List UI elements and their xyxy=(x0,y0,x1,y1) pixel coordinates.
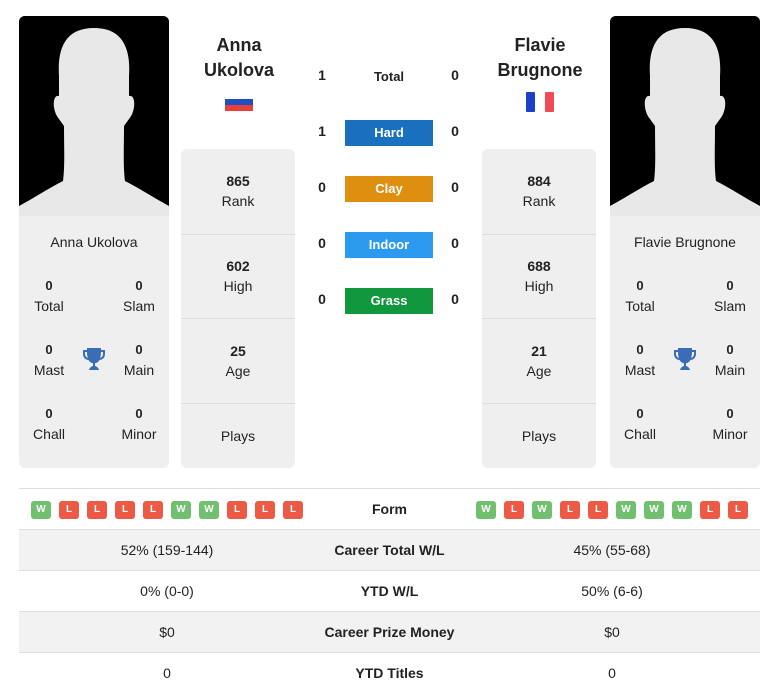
player2-info-box: 884 Rank 688 High 21 Age Plays xyxy=(482,149,596,468)
form-loss-badge: L xyxy=(227,501,247,519)
h2h-total-p2: 0 xyxy=(451,67,459,83)
table-row-ytd-wl: 0% (0-0) YTD W/L 50% (6-6) xyxy=(19,570,760,611)
player2-high: 688 High xyxy=(524,258,554,294)
form-win-badge: W xyxy=(476,501,496,519)
player2-form: W L W L L W W W L L xyxy=(476,501,748,519)
form-loss-badge: L xyxy=(143,501,163,519)
trophy-icon xyxy=(672,346,698,372)
player1-high: 602 High xyxy=(223,258,253,294)
player2-prize: $0 xyxy=(604,624,620,640)
player2-photo xyxy=(610,16,760,216)
player1-chall-titles: 0 Chall xyxy=(33,406,65,442)
form-win-badge: W xyxy=(532,501,552,519)
player2-ytd-titles: 0 xyxy=(608,665,616,681)
h2h-grass-p2: 0 xyxy=(451,291,459,307)
player1-card-name: Anna Ukolova xyxy=(50,234,138,250)
player2-chall-titles: 0 Chall xyxy=(624,406,656,442)
player1-ytd-wl: 0% (0-0) xyxy=(140,583,194,599)
player2-total-titles: 0 Total xyxy=(625,278,655,314)
form-loss-badge: L xyxy=(588,501,608,519)
form-loss-badge: L xyxy=(728,501,748,519)
table-row-ytd-titles: 0 YTD Titles 0 xyxy=(19,652,760,693)
form-win-badge: W xyxy=(171,501,191,519)
silhouette-icon xyxy=(610,16,760,216)
russia-flag-icon xyxy=(225,94,253,117)
player1-rank: 865 Rank xyxy=(221,173,255,209)
form-loss-badge: L xyxy=(87,501,107,519)
player2-age: 21 Age xyxy=(526,343,552,379)
form-loss-badge: L xyxy=(115,501,135,519)
h2h-clay-p1: 0 xyxy=(318,179,326,195)
surface-indoor-badge: Indoor xyxy=(345,232,433,258)
player1-ytd-titles: 0 xyxy=(163,665,171,681)
divider xyxy=(181,234,295,235)
player1-titles-card: Anna Ukolova 0 Total 0 Slam 0 Mast 0 Main 0C… xyxy=(19,216,169,468)
form-win-badge: W xyxy=(672,501,692,519)
player2-minor-titles: 0 Minor xyxy=(712,406,748,442)
career-wl-label: Career Total W/L xyxy=(334,542,445,558)
player1-age: 25 Age xyxy=(225,343,251,379)
table-row-prize: $0 Career Prize Money $0 xyxy=(19,611,760,652)
player1-mast-titles: 0 Mast xyxy=(33,342,65,378)
h2h-hard-p2: 0 xyxy=(451,123,459,139)
form-loss-badge: L xyxy=(59,501,79,519)
divider xyxy=(482,318,596,319)
table-row-form: W L L L L W W L L L Form W L W L L W W W… xyxy=(19,488,760,529)
player2-rank: 884 Rank xyxy=(522,173,556,209)
form-loss-badge: L xyxy=(283,501,303,519)
form-label: Form xyxy=(372,501,407,517)
player2-titles-card: Flavie Brugnone 0 Total 0 Slam 0 Mast 0 Main… xyxy=(610,216,760,468)
form-loss-badge: L xyxy=(504,501,524,519)
player2-career-wl: 45% (55-68) xyxy=(573,542,651,558)
ytd-wl-label: YTD W/L xyxy=(360,583,419,599)
player1-main-titles: 0 Main xyxy=(123,342,155,378)
form-win-badge: W xyxy=(31,501,51,519)
form-win-badge: W xyxy=(644,501,664,519)
player1-slam-titles: 0 Slam xyxy=(123,278,155,314)
player1-form: W L L L L W W L L L xyxy=(31,501,303,519)
h2h-total-p1: 1 xyxy=(318,67,326,83)
player2-slam-titles: 0 Slam xyxy=(714,278,746,314)
player2-mast-titles: 0 Mast xyxy=(624,342,656,378)
h2h-total-label: Total xyxy=(373,69,405,84)
player1-prize: $0 xyxy=(159,624,175,640)
silhouette-icon xyxy=(19,16,169,216)
france-flag-icon xyxy=(526,92,554,117)
table-row-career-wl: 52% (159-144) Career Total W/L 45% (55-6… xyxy=(19,529,760,570)
divider xyxy=(482,403,596,404)
ytd-titles-label: YTD Titles xyxy=(355,665,424,681)
player1-photo xyxy=(19,16,169,216)
form-win-badge: W xyxy=(199,501,219,519)
divider xyxy=(482,234,596,235)
divider xyxy=(181,403,295,404)
form-loss-badge: L xyxy=(700,501,720,519)
player2-name-heading[interactable]: Flavie Brugnone xyxy=(475,33,605,83)
h2h-clay-p2: 0 xyxy=(451,179,459,195)
surface-grass-badge: Grass xyxy=(345,288,433,314)
trophy-icon xyxy=(81,346,107,372)
h2h-indoor-p1: 0 xyxy=(318,235,326,251)
h2h-indoor-p2: 0 xyxy=(451,235,459,251)
player2-card-name: Flavie Brugnone xyxy=(634,234,736,250)
surface-clay-badge: Clay xyxy=(345,176,433,202)
divider xyxy=(181,318,295,319)
player1-total-titles: 0 Total xyxy=(34,278,64,314)
player1-minor-titles: 0 Minor xyxy=(121,406,157,442)
player1-info-box: 865 Rank 602 High 25 Age Plays xyxy=(181,149,295,468)
form-win-badge: W xyxy=(616,501,636,519)
h2h-hard-p1: 1 xyxy=(318,123,326,139)
player1-name-heading[interactable]: Anna Ukolova xyxy=(174,33,304,83)
player1-career-wl: 52% (159-144) xyxy=(120,542,214,558)
player2-main-titles: 0 Main xyxy=(714,342,746,378)
prize-label: Career Prize Money xyxy=(324,624,455,640)
form-loss-badge: L xyxy=(255,501,275,519)
h2h-grass-p1: 0 xyxy=(318,291,326,307)
form-loss-badge: L xyxy=(560,501,580,519)
player2-ytd-wl: 50% (6-6) xyxy=(581,583,643,599)
surface-hard-badge: Hard xyxy=(345,120,433,146)
